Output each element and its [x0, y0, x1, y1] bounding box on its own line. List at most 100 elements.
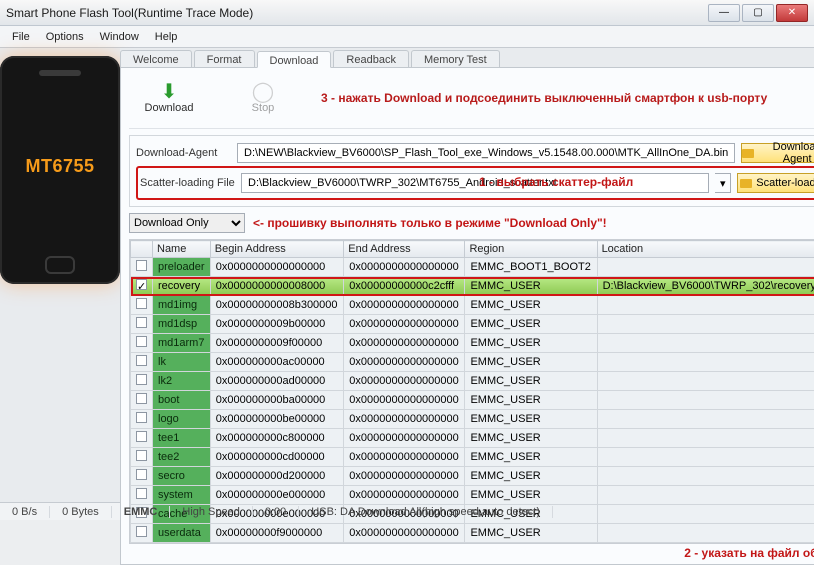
- tab-readback[interactable]: Readback: [333, 50, 409, 67]
- table-row[interactable]: userdata0x00000000f90000000x000000000000…: [131, 524, 814, 543]
- col-End Address[interactable]: End Address: [344, 241, 465, 258]
- row-checkbox[interactable]: [136, 355, 147, 366]
- cell-loc: [597, 391, 814, 410]
- row-checkbox[interactable]: [136, 450, 147, 461]
- row-checkbox[interactable]: ✓: [136, 279, 147, 290]
- stop-button[interactable]: ◯ Stop: [227, 76, 299, 120]
- row-checkbox[interactable]: [136, 431, 147, 442]
- cell-begin: 0x0000000009b00000: [210, 315, 343, 334]
- cell-loc: [597, 486, 814, 505]
- table-row[interactable]: md1img0x00000000008b3000000x000000000000…: [131, 296, 814, 315]
- col-Begin Address[interactable]: Begin Address: [210, 241, 343, 258]
- cell-name: boot: [153, 391, 211, 410]
- cell-region: EMMC_USER: [465, 429, 597, 448]
- cell-region: EMMC_USER: [465, 334, 597, 353]
- download-button[interactable]: ⬇ Download: [133, 76, 205, 120]
- table-row[interactable]: tee10x000000000c8000000x0000000000000000…: [131, 429, 814, 448]
- menu-window[interactable]: Window: [92, 29, 147, 45]
- cell-loc: D:\Blackview_BV6000\TWRP_302\recovery.im…: [597, 277, 814, 296]
- cell-name: md1arm7: [153, 334, 211, 353]
- table-header-row: NameBegin AddressEnd AddressRegionLocati…: [131, 241, 814, 258]
- row-checkbox[interactable]: [136, 317, 147, 328]
- cell-end: 0x0000000000000000: [344, 334, 465, 353]
- status-cell: 0 B/s: [0, 506, 50, 518]
- status-cell: 0 Bytes: [50, 506, 112, 518]
- col-Location[interactable]: Location: [597, 241, 814, 258]
- scatter-loading-button-label: Scatter-loading: [756, 177, 814, 189]
- minimize-button[interactable]: —: [708, 4, 740, 22]
- table-row[interactable]: system0x000000000e0000000x00000000000000…: [131, 486, 814, 505]
- cell-region: EMMC_USER: [465, 467, 597, 486]
- chip-label: MT6755: [25, 156, 94, 177]
- cell-loc: [597, 353, 814, 372]
- row-checkbox[interactable]: [136, 526, 147, 537]
- row-checkbox[interactable]: [136, 374, 147, 385]
- cell-end: 0x0000000000000000: [344, 315, 465, 334]
- cell-begin: 0x000000000ba00000: [210, 391, 343, 410]
- cell-end: 0x00000000000c2cfff: [344, 277, 465, 296]
- cell-loc: [597, 448, 814, 467]
- tab-welcome[interactable]: Welcome: [120, 50, 192, 67]
- table-row[interactable]: ✓recovery0x00000000000080000x00000000000…: [131, 277, 814, 296]
- cell-end: 0x0000000000000000: [344, 353, 465, 372]
- folder-icon: [742, 149, 754, 158]
- scatter-input[interactable]: D:\Blackview_BV6000\TWRP_302\MT6755_Andr…: [241, 173, 709, 193]
- stop-icon: ◯: [252, 82, 274, 102]
- table-row[interactable]: boot0x000000000ba000000x0000000000000000…: [131, 391, 814, 410]
- menu-help[interactable]: Help: [147, 29, 186, 45]
- table-row[interactable]: md1arm70x0000000009f000000x0000000000000…: [131, 334, 814, 353]
- tab-download[interactable]: Download: [257, 51, 332, 68]
- scatter-dropdown-icon[interactable]: ▾: [715, 173, 731, 193]
- maximize-button[interactable]: ▢: [742, 4, 774, 22]
- cell-region: EMMC_USER: [465, 277, 597, 296]
- row-checkbox[interactable]: [136, 298, 147, 309]
- cell-end: 0x0000000000000000: [344, 372, 465, 391]
- table-row[interactable]: tee20x000000000cd000000x0000000000000000…: [131, 448, 814, 467]
- table-row[interactable]: lk0x000000000ac000000x0000000000000000EM…: [131, 353, 814, 372]
- menu-options[interactable]: Options: [38, 29, 92, 45]
- row-checkbox[interactable]: [136, 393, 147, 404]
- tab-memory-test[interactable]: Memory Test: [411, 50, 500, 67]
- cell-loc: [597, 372, 814, 391]
- col-check[interactable]: [131, 241, 153, 258]
- scatter-loading-button[interactable]: Scatter-loading: [737, 173, 814, 193]
- col-Name[interactable]: Name: [153, 241, 211, 258]
- cell-loc: [597, 467, 814, 486]
- download-tab-body: ⬇ Download ◯ Stop 3 - нажать Download и …: [120, 67, 814, 565]
- cell-region: EMMC_USER: [465, 372, 597, 391]
- col-Region[interactable]: Region: [465, 241, 597, 258]
- cell-loc: [597, 524, 814, 543]
- close-button[interactable]: ✕: [776, 4, 808, 22]
- table-row[interactable]: preloader0x00000000000000000x00000000000…: [131, 258, 814, 277]
- table-row[interactable]: lk20x000000000ad000000x0000000000000000E…: [131, 372, 814, 391]
- phone-frame: MT6755: [0, 56, 120, 284]
- download-agent-button[interactable]: Download Agent: [741, 143, 814, 163]
- row-checkbox[interactable]: [136, 260, 147, 271]
- cell-region: EMMC_USER: [465, 524, 597, 543]
- menu-file[interactable]: File: [4, 29, 38, 45]
- cell-begin: 0x00000000008b300000: [210, 296, 343, 315]
- table-row[interactable]: logo0x000000000be000000x0000000000000000…: [131, 410, 814, 429]
- phone-home-icon: [45, 256, 75, 274]
- cell-begin: 0x000000000cd00000: [210, 448, 343, 467]
- cell-name: md1img: [153, 296, 211, 315]
- partition-table[interactable]: NameBegin AddressEnd AddressRegionLocati…: [129, 239, 814, 544]
- cell-end: 0x0000000000000000: [344, 448, 465, 467]
- cell-region: EMMC_USER: [465, 486, 597, 505]
- download-agent-button-label: Download Agent: [758, 141, 814, 165]
- row-checkbox[interactable]: [136, 336, 147, 347]
- annotation-mode: <- прошивку выполнять только в режиме "D…: [253, 216, 607, 230]
- status-cell: USB: DA Download All(high speed,auto det…: [299, 506, 553, 518]
- table-row[interactable]: secro0x000000000d2000000x000000000000000…: [131, 467, 814, 486]
- tab-format[interactable]: Format: [194, 50, 255, 67]
- row-checkbox[interactable]: [136, 488, 147, 499]
- row-checkbox[interactable]: [136, 412, 147, 423]
- cell-begin: 0x0000000009f00000: [210, 334, 343, 353]
- download-agent-input[interactable]: D:\NEW\Blackview_BV6000\SP_Flash_Tool_ex…: [237, 143, 735, 163]
- table-row[interactable]: md1dsp0x0000000009b000000x00000000000000…: [131, 315, 814, 334]
- mode-select[interactable]: Download Only: [129, 213, 245, 233]
- cell-region: EMMC_USER: [465, 296, 597, 315]
- titlebar: Smart Phone Flash Tool(Runtime Trace Mod…: [0, 0, 814, 26]
- row-checkbox[interactable]: [136, 469, 147, 480]
- cell-end: 0x0000000000000000: [344, 258, 465, 277]
